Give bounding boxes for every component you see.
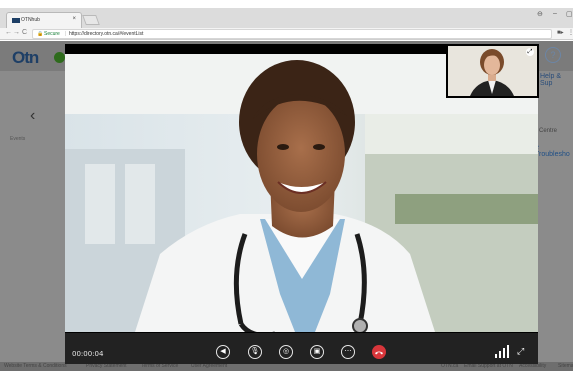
call-timer: 00:00:04	[72, 350, 104, 358]
logo-text: Otn	[12, 48, 39, 67]
account-icon[interactable]: ⊖	[537, 10, 543, 18]
events-caption: Events	[10, 136, 26, 142]
maximize-button[interactable]: ▢	[566, 10, 573, 18]
end-call-button[interactable]	[372, 345, 386, 359]
back-button[interactable]: ←	[5, 29, 12, 36]
help-support-link[interactable]: Help & Sup	[540, 73, 573, 87]
browser-toolbar: ← → C 🔒 Secure | https://directory.otn.c…	[0, 28, 573, 40]
screen-share-icon[interactable]: ▣	[310, 345, 324, 359]
call-control-bar: 00:00:04 ◀ 🎙 ◎ ▣ ⋯ ⤢	[65, 333, 538, 364]
footer-link[interactable]: Website Terms & Conditions	[4, 362, 67, 371]
screen: OTNhub × ⊖ – ▢ ← → C 🔒 Secure | https://…	[0, 0, 573, 371]
tab-title: OTNhub	[21, 17, 40, 23]
minimize-button[interactable]: –	[553, 10, 557, 17]
hang-up-icon	[375, 351, 383, 355]
forward-button[interactable]: →	[13, 29, 20, 36]
logo-dot-icon	[54, 52, 65, 63]
address-separator: |	[65, 31, 67, 37]
lock-icon: 🔒	[37, 31, 44, 37]
browser-tab[interactable]: OTNhub ×	[6, 12, 82, 28]
microphone-icon[interactable]: 🎙	[248, 345, 262, 359]
fullscreen-icon[interactable]: ⤢	[517, 345, 529, 357]
speaker-icon[interactable]: ◀	[216, 345, 230, 359]
help-icon[interactable]: ?	[545, 47, 561, 63]
centre-caption: Centre	[539, 128, 558, 134]
more-options-icon[interactable]: ⋯	[341, 345, 355, 359]
self-view-video[interactable]: ⤢	[446, 44, 539, 98]
pip-expand-icon[interactable]: ⤢	[526, 48, 534, 56]
security-label: Secure	[44, 31, 60, 37]
signal-strength-icon	[495, 345, 509, 358]
self-view-image	[448, 46, 537, 96]
address-url[interactable]: https://directory.otn.ca/#/eventList	[69, 30, 143, 38]
back-arrow-icon[interactable]: ‹	[30, 107, 35, 125]
reload-button[interactable]: C	[22, 29, 27, 36]
footer-link[interactable]: Sitemap	[558, 362, 573, 371]
address-bar[interactable]: 🔒 Secure | https://directory.otn.ca/#/ev…	[32, 29, 552, 39]
otn-favicon-icon	[12, 18, 20, 23]
camera-icon[interactable]: ◎	[279, 345, 293, 359]
otn-logo[interactable]: Otn	[12, 48, 68, 67]
browser-menu-icon[interactable]: ⋮	[568, 29, 573, 36]
camera-extension-icon[interactable]: ■▸	[557, 29, 564, 36]
tab-close-icon[interactable]: ×	[72, 16, 76, 22]
troubleshooting-link[interactable]: e Troublesho	[535, 144, 573, 158]
